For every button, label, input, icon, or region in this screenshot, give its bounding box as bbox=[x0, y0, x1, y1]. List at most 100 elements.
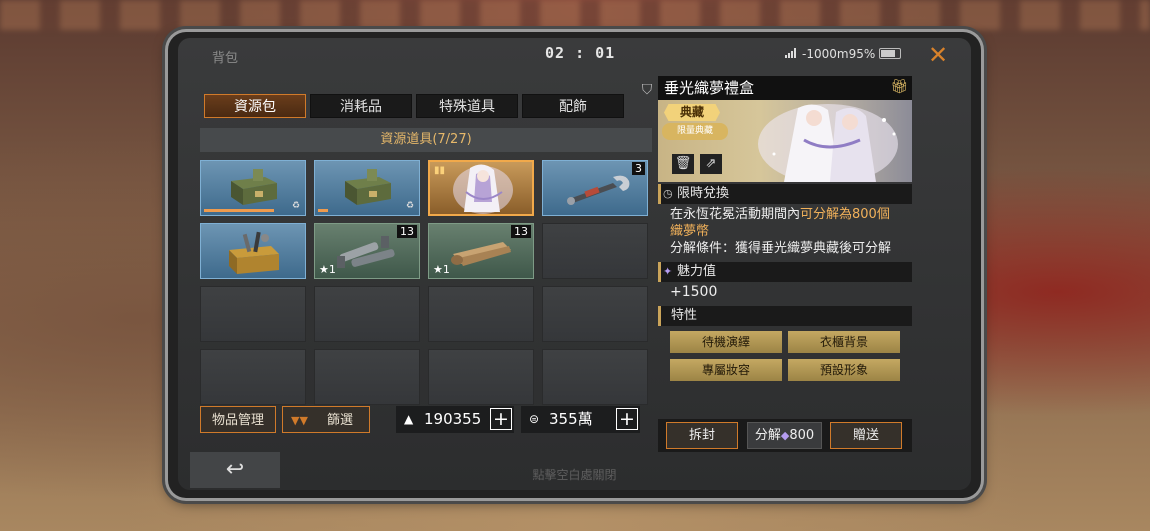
metal-parts-icon bbox=[337, 236, 395, 268]
network-value: -1000m bbox=[802, 47, 849, 61]
clock: 02 : 01 bbox=[545, 44, 616, 62]
durability-bar bbox=[204, 209, 274, 212]
tab-consumables[interactable]: 消耗品 bbox=[310, 94, 412, 118]
item-count: 3 bbox=[632, 162, 645, 175]
filter-label: 篩選 bbox=[327, 413, 354, 428]
trait-wardrobe-bg[interactable]: 衣櫃背景 bbox=[788, 331, 900, 353]
decompose-label: 分解 bbox=[754, 428, 781, 443]
trait-default-look[interactable]: 預設形象 bbox=[788, 359, 900, 381]
empty-slot[interactable] bbox=[314, 349, 420, 405]
item-grid: ♻ ♻ ▮▮ 3 13 ★1 13 ★1 bbox=[200, 160, 648, 405]
item-name: 垂光織夢禮盒 bbox=[658, 76, 912, 100]
network-latency: -1000m95% bbox=[802, 47, 875, 61]
battery-percent: 95% bbox=[848, 47, 876, 61]
charm-icon: ✦ bbox=[663, 265, 673, 278]
wrench-icon bbox=[567, 175, 630, 205]
bag-title: 背包 bbox=[212, 51, 239, 66]
ammo-crate-icon bbox=[345, 169, 391, 205]
character-portrait bbox=[758, 104, 898, 182]
item-count: 13 bbox=[511, 225, 531, 238]
item-slot-ammo-crate-1[interactable]: ♻ bbox=[200, 160, 306, 216]
close-hint[interactable]: 點擊空白處關閉 bbox=[178, 466, 971, 483]
delete-icon[interactable]: 🗑︎ bbox=[672, 154, 694, 174]
item-slot-wrench[interactable]: 3 bbox=[542, 160, 648, 216]
limited-exchange-header: ◷ 限時兌換 bbox=[658, 184, 912, 204]
inventory-screen: 背包 02 : 01 -1000m95% ✕ ⛉ 資源包 消耗品 特殊道具 配飾… bbox=[178, 38, 971, 490]
empty-slot[interactable] bbox=[200, 286, 306, 342]
trait-idle-animation[interactable]: 待機演繹 bbox=[670, 331, 782, 353]
clock-icon: ◷ bbox=[663, 187, 673, 200]
coin-icon: ▲ bbox=[404, 412, 414, 426]
empty-slot[interactable] bbox=[428, 286, 534, 342]
traits-title: 特性 bbox=[671, 308, 698, 323]
battery-icon bbox=[879, 48, 901, 59]
item-slot-toolbox[interactable] bbox=[200, 223, 306, 279]
desc-prefix: 在永恆花冕活動期間內 bbox=[670, 207, 801, 222]
recycle-icon: ♻ bbox=[405, 201, 414, 211]
empty-slot[interactable] bbox=[428, 349, 534, 405]
item-star-value: 1 bbox=[442, 263, 450, 276]
item-banner: 典藏 限量典藏 🗑︎ ⇗ bbox=[658, 100, 912, 182]
charm-header: ✦ 魅力值 bbox=[658, 262, 912, 282]
coins-display: ▲ 190355 + bbox=[396, 406, 514, 433]
shield-icon: ⛉ bbox=[641, 82, 653, 98]
gift-icon: 🎁︎ bbox=[890, 79, 908, 95]
cloth-roll-icon bbox=[451, 242, 511, 266]
decompose-value: 800 bbox=[789, 428, 815, 443]
section-title: 資源道具(7/27) bbox=[200, 128, 652, 152]
share-icon[interactable]: ⇗ bbox=[700, 154, 722, 174]
rarity-tag: 典藏 bbox=[664, 104, 720, 121]
add-coins-button[interactable]: + bbox=[490, 408, 512, 430]
charm-title: 魅力值 bbox=[677, 264, 717, 279]
charm-value: +1500 bbox=[670, 284, 718, 300]
empty-slot[interactable] bbox=[314, 286, 420, 342]
item-slot-metal-parts[interactable]: 13 ★1 bbox=[314, 223, 420, 279]
close-button[interactable]: ✕ bbox=[923, 40, 953, 70]
device-frame: 背包 02 : 01 -1000m95% ✕ ⛉ 資源包 消耗品 特殊道具 配飾… bbox=[168, 32, 981, 498]
trait-makeup[interactable]: 專屬妝容 bbox=[670, 359, 782, 381]
filter-button[interactable]: ▼▼ 篩選 bbox=[282, 406, 370, 433]
coins-value: 190355 bbox=[424, 410, 482, 428]
limited-exchange-title: 限時兌換 bbox=[677, 186, 730, 201]
item-count: 13 bbox=[397, 225, 417, 238]
gift-icon: ▮▮ bbox=[434, 165, 446, 176]
ammo-crate-icon bbox=[231, 169, 277, 205]
decompose-condition: 分解條件：獲得垂光織夢典藏後可分解 bbox=[670, 241, 892, 256]
unseal-button[interactable]: 拆封 bbox=[666, 422, 738, 449]
desc-line2: 織夢幣 bbox=[670, 224, 710, 239]
item-slot-ammo-crate-2[interactable]: ♻ bbox=[314, 160, 420, 216]
tab-accessories[interactable]: 配飾 bbox=[522, 94, 624, 118]
item-star-level: ★1 bbox=[319, 263, 336, 276]
tab-resource-pack[interactable]: 資源包 bbox=[204, 94, 306, 118]
background-blur bbox=[0, 0, 1150, 30]
cash-display: ⊜ 355萬 + bbox=[521, 406, 640, 433]
traits-list: 待機演繹 衣櫃背景 專屬妝容 預設形象 bbox=[670, 331, 900, 381]
item-manage-button[interactable]: 物品管理 bbox=[200, 406, 276, 433]
tab-special-items[interactable]: 特殊道具 bbox=[416, 94, 518, 118]
toolbox-icon bbox=[229, 231, 279, 274]
empty-slot[interactable] bbox=[542, 286, 648, 342]
status-bar: 背包 02 : 01 -1000m95% ✕ bbox=[178, 38, 971, 74]
detail-actions: 拆封 分解◆800 贈送 bbox=[658, 419, 912, 452]
item-slot-gift-box[interactable]: ▮▮ bbox=[428, 160, 534, 216]
item-star-level: ★1 bbox=[433, 263, 450, 276]
signal-icon bbox=[785, 48, 796, 58]
decompose-button[interactable]: 分解◆800 bbox=[747, 422, 822, 449]
gift-box-portrait-icon bbox=[453, 164, 513, 214]
recycle-icon: ♻ bbox=[291, 201, 300, 211]
item-description: 在永恆花冕活動期間內可分解為800個 織夢幣 分解條件：獲得垂光織夢典藏後可分解 bbox=[670, 206, 910, 257]
inventory-tabs: 資源包 消耗品 特殊道具 配飾 bbox=[204, 94, 624, 118]
cash-value: 355萬 bbox=[549, 410, 593, 428]
durability-bar bbox=[318, 209, 328, 212]
filter-icon: ▼▼ bbox=[291, 414, 308, 427]
empty-slot[interactable] bbox=[542, 223, 648, 279]
empty-slot[interactable] bbox=[200, 349, 306, 405]
item-star-value: 1 bbox=[328, 263, 336, 276]
item-detail-panel: 垂光織夢禮盒 🎁︎ 典藏 限量典藏 🗑︎ ⇗ ◷ 限時兌換 在永恆花冕活動期間內… bbox=[658, 76, 912, 452]
traits-header: 特性 bbox=[658, 306, 912, 326]
empty-slot[interactable] bbox=[542, 349, 648, 405]
gift-button[interactable]: 贈送 bbox=[830, 422, 902, 449]
add-cash-button[interactable]: + bbox=[616, 408, 638, 430]
item-slot-cloth-roll[interactable]: 13 ★1 bbox=[428, 223, 534, 279]
desc-highlight: 可分解為800個 bbox=[800, 207, 890, 222]
